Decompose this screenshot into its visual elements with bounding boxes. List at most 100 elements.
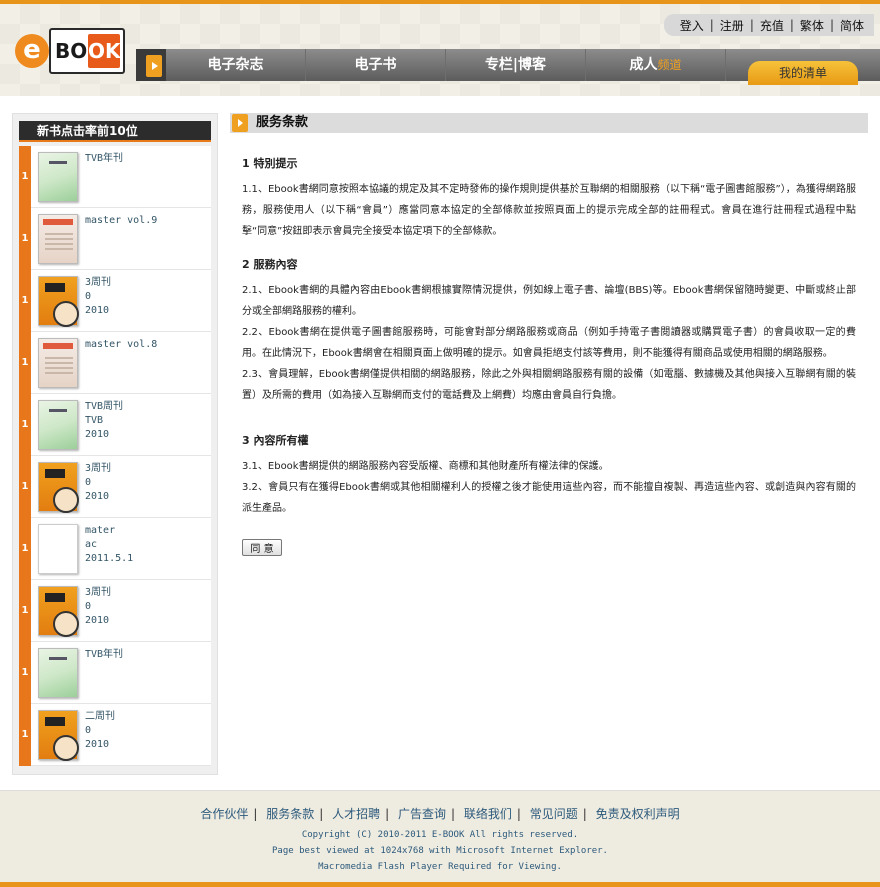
traditional-chinese-link[interactable]: 繁体	[794, 17, 830, 34]
book-info: mater ac 2011.5.1	[85, 524, 133, 566]
book-list-item[interactable]: 1 3周刊 0 2010	[19, 456, 211, 518]
footer-link-faq[interactable]: 常见问题	[525, 807, 583, 821]
book-info: 二周刊 0 2010	[85, 710, 115, 752]
footer-link-disclaimer[interactable]: 免责及权利声明	[591, 807, 685, 821]
rank-badge: 1	[19, 146, 31, 208]
book-info: 3周刊 0 2010	[85, 276, 111, 318]
book-meta: 2010	[85, 305, 110, 316]
rank-badge: 1	[19, 580, 31, 642]
main-content: 服务条款 1 特別提示 1.1、Ebook書網同意按照本協議的規定及其不定時發佈…	[230, 113, 868, 556]
site-header: e BO OK 登入 | 注册 | 充值 | 繁体 | 简体 电子杂志 电子书 专栏|博…	[0, 0, 880, 96]
section-paragraph: 3.2、會員只有在獲得Ebook書網或其他相關權利人的授權之後才能使用這些內容，…	[242, 482, 856, 514]
book-title-link[interactable]: TVB年刊	[85, 648, 123, 662]
book-list-item[interactable]: 1 二周刊 0 2010	[19, 704, 211, 766]
book-cover-image[interactable]	[38, 276, 79, 327]
book-cover-image[interactable]	[38, 462, 79, 513]
book-title-link[interactable]: master vol.9	[85, 214, 157, 228]
book-title-link[interactable]: master vol.8	[85, 338, 157, 352]
simplified-chinese-link[interactable]: 简体	[834, 17, 870, 34]
terms-section: 1 特別提示 1.1、Ebook書網同意按照本協議的規定及其不定時發佈的操作規則…	[242, 155, 856, 242]
book-meta: TVB	[85, 415, 104, 426]
rank-badge: 1	[19, 270, 31, 332]
footer-link-terms[interactable]: 服务条款	[261, 807, 319, 821]
section-heading: 1 特別提示	[242, 157, 298, 170]
book-meta	[85, 242, 157, 256]
rank-badge: 1	[19, 642, 31, 704]
ebook-logo[interactable]: e BO OK	[15, 26, 125, 78]
separator: |	[385, 807, 390, 821]
book-meta	[85, 352, 157, 366]
my-list-tab[interactable]: 我的清单	[748, 61, 858, 85]
browser-note: Page best viewed at 1024x768 with Micros…	[272, 846, 608, 856]
footer-link-partners[interactable]: 合作伙伴	[195, 807, 253, 821]
book-title-link[interactable]: TVB周刊	[85, 400, 123, 414]
book-meta: 2010	[85, 739, 110, 750]
book-cover-image[interactable]	[38, 648, 78, 698]
book-cover-image[interactable]	[38, 152, 78, 202]
book-list-item[interactable]: 1 mater ac 2011.5.1	[19, 518, 211, 580]
book-cover-image[interactable]	[38, 214, 78, 264]
separator: |	[253, 807, 258, 821]
book-meta: 0	[85, 291, 92, 302]
book-list-item[interactable]: 1 master vol.8	[19, 332, 211, 394]
separator: |	[582, 807, 587, 821]
register-link[interactable]: 注册	[714, 17, 750, 34]
section-heading: 2 服務內容	[242, 258, 298, 271]
book-info: 3周刊 0 2010	[85, 586, 111, 628]
book-list-item[interactable]: 1 3周刊 0 2010	[19, 580, 211, 642]
book-list-item[interactable]: 1 master vol.9	[19, 208, 211, 270]
top-links: 登入 | 注册 | 充值 | 繁体 | 简体	[663, 14, 874, 36]
book-cover-image[interactable]	[38, 400, 78, 450]
book-meta: 2010	[85, 615, 110, 626]
book-info: master vol.9	[85, 214, 157, 256]
top-books-sidebar: 新书点击率前10位 1 TVB年刊 1 master vol.9 1 3周刊 0 2010 1 m…	[12, 113, 218, 775]
book-meta: 0	[85, 725, 92, 736]
book-meta	[85, 166, 123, 180]
book-list-item[interactable]: 1 3周刊 0 2010	[19, 270, 211, 332]
book-meta: ac	[85, 539, 98, 550]
book-info: master vol.8	[85, 338, 157, 380]
footer-link-ads[interactable]: 广告查询	[393, 807, 451, 821]
footer-link-careers[interactable]: 人才招聘	[327, 807, 385, 821]
nav-column-blog[interactable]: 专栏|博客	[446, 49, 586, 81]
recharge-link[interactable]: 充值	[754, 17, 790, 34]
book-title-link[interactable]: 3周刊	[85, 586, 111, 600]
book-meta: 2010	[85, 491, 110, 502]
book-cover-image[interactable]	[38, 338, 78, 388]
section-paragraph: 2.1、Ebook書網的具體內容由Ebook書網根據實際情況提供，例如線上電子書…	[242, 285, 856, 317]
book-title-link[interactable]: mater	[85, 524, 133, 538]
rank-badge: 1	[19, 518, 31, 580]
nav-adult-channel[interactable]: 成人频道	[586, 49, 726, 81]
book-meta	[85, 662, 123, 676]
separator: |	[451, 807, 456, 821]
page-title: 服务条款	[256, 115, 309, 130]
book-list-item[interactable]: 1 TVB年刊	[19, 146, 211, 208]
book-meta	[85, 180, 123, 194]
terms-section: 2 服務內容 2.1、Ebook書網的具體內容由Ebook書網根據實際情況提供，…	[242, 256, 856, 406]
nav-ezine[interactable]: 电子杂志	[166, 49, 306, 81]
rank-badge: 1	[19, 332, 31, 394]
book-cover-image[interactable]	[38, 710, 79, 761]
footer-link-contact[interactable]: 联络我们	[459, 807, 517, 821]
agree-button[interactable]: 同 意	[242, 539, 282, 556]
book-list-item[interactable]: 1 TVB年刊	[19, 642, 211, 704]
section-heading: 3 內容所有權	[242, 434, 309, 447]
section-paragraph: 2.3、會員理解，Ebook書網僅提供相關的網路服務，除此之外與相關網路服務有關…	[242, 369, 856, 401]
book-cover-image[interactable]	[38, 524, 78, 574]
logo-book-mark: BO OK	[49, 28, 125, 74]
book-cover-image[interactable]	[38, 586, 79, 637]
book-meta	[85, 228, 157, 242]
book-title-link[interactable]: 二周刊	[85, 710, 115, 724]
section-paragraph: 3.1、Ebook書網提供的網路服務內容受版權、商標和其他財產所有權法律的保護。	[242, 461, 609, 472]
terms-section: 3 內容所有權 3.1、Ebook書網提供的網路服務內容受版權、商標和其他財產所…	[242, 432, 856, 519]
rank-badge: 1	[19, 208, 31, 270]
separator: |	[516, 807, 521, 821]
book-title-link[interactable]: 3周刊	[85, 462, 111, 476]
book-title-link[interactable]: TVB年刊	[85, 152, 123, 166]
book-list-item[interactable]: 1 TVB周刊 TVB 2010	[19, 394, 211, 456]
book-title-link[interactable]: 3周刊	[85, 276, 111, 290]
nav-ebook[interactable]: 电子书	[306, 49, 446, 81]
logo-text-bo: BO	[55, 39, 88, 63]
logo-text-ok: OK	[88, 34, 121, 68]
login-link[interactable]: 登入	[674, 17, 710, 34]
